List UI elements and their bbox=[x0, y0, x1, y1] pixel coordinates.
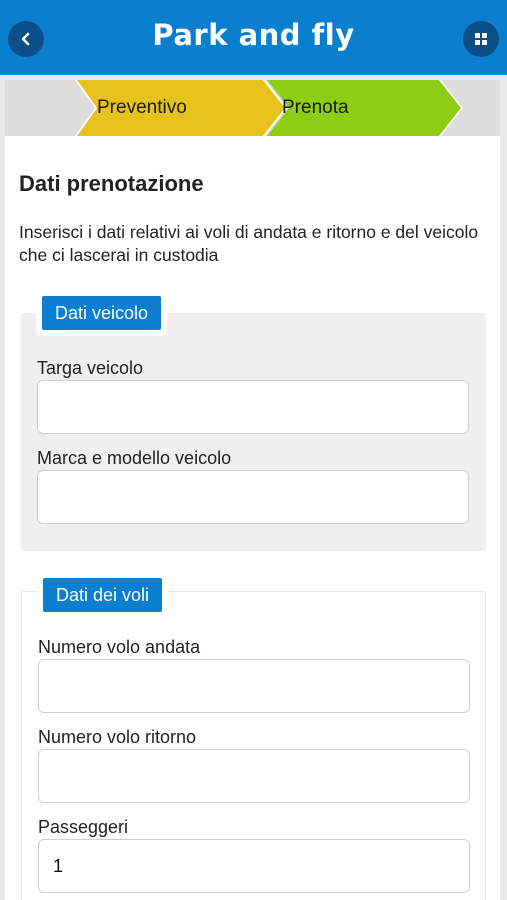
flights-legend: Dati dei voli bbox=[43, 578, 163, 612]
return-flight-input[interactable] bbox=[38, 749, 470, 803]
return-flight-label: Numero volo ritorno bbox=[38, 727, 197, 747]
passengers-input[interactable] bbox=[38, 839, 470, 893]
model-label: Marca e modello veicolo bbox=[37, 448, 232, 468]
passengers-label: Passeggeri bbox=[38, 817, 129, 837]
page-title: Dati prenotazione bbox=[19, 171, 204, 196]
steps-arrows bbox=[5, 80, 463, 136]
vehicle-legend: Dati veicolo bbox=[42, 296, 162, 330]
menu-button[interactable] bbox=[463, 21, 499, 57]
booking-form: Dati prenotazione Inserisci i dati relat… bbox=[5, 136, 500, 900]
step-preventivo[interactable]: Preventivo bbox=[97, 97, 187, 119]
grid-icon bbox=[475, 33, 487, 45]
flights-fieldset: Dati dei voli Numero volo andata Numero … bbox=[21, 578, 486, 900]
plate-label: Targa veicolo bbox=[37, 358, 144, 378]
model-input[interactable] bbox=[37, 470, 469, 524]
intro-text: Inserisci i dati relativi ai voli di and… bbox=[19, 222, 479, 265]
outbound-flight-label: Numero volo andata bbox=[38, 637, 201, 657]
vehicle-fieldset: Dati veicolo Targa veicolo Marca e model… bbox=[21, 296, 486, 551]
app-header: Park and fly bbox=[0, 0, 507, 75]
step-prenota[interactable]: Prenota bbox=[282, 97, 349, 119]
plate-input[interactable] bbox=[37, 380, 469, 434]
booking-steps: Preventivo Prenota bbox=[5, 80, 500, 136]
outbound-flight-input[interactable] bbox=[38, 659, 470, 713]
app-title: Park and fly bbox=[152, 18, 355, 52]
